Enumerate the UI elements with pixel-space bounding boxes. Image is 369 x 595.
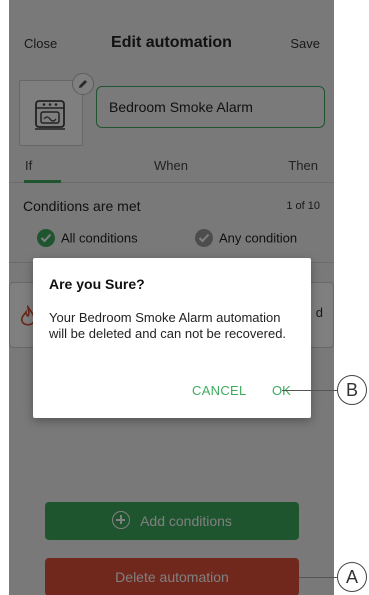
callout-a-line <box>299 577 337 578</box>
callout-b-marker: B <box>337 375 367 405</box>
dialog-title: Are you Sure? <box>49 276 145 292</box>
confirm-dialog: Are you Sure? Your Bedroom Smoke Alarm a… <box>33 258 311 418</box>
cancel-button[interactable]: CANCEL <box>192 383 247 398</box>
dialog-message: Your Bedroom Smoke Alarm automation will… <box>49 310 287 341</box>
callout-a-marker: A <box>337 562 367 592</box>
phone-screen: Close Edit automation Save Bedroom Smoke… <box>9 0 334 595</box>
callout-b-line <box>282 390 337 391</box>
